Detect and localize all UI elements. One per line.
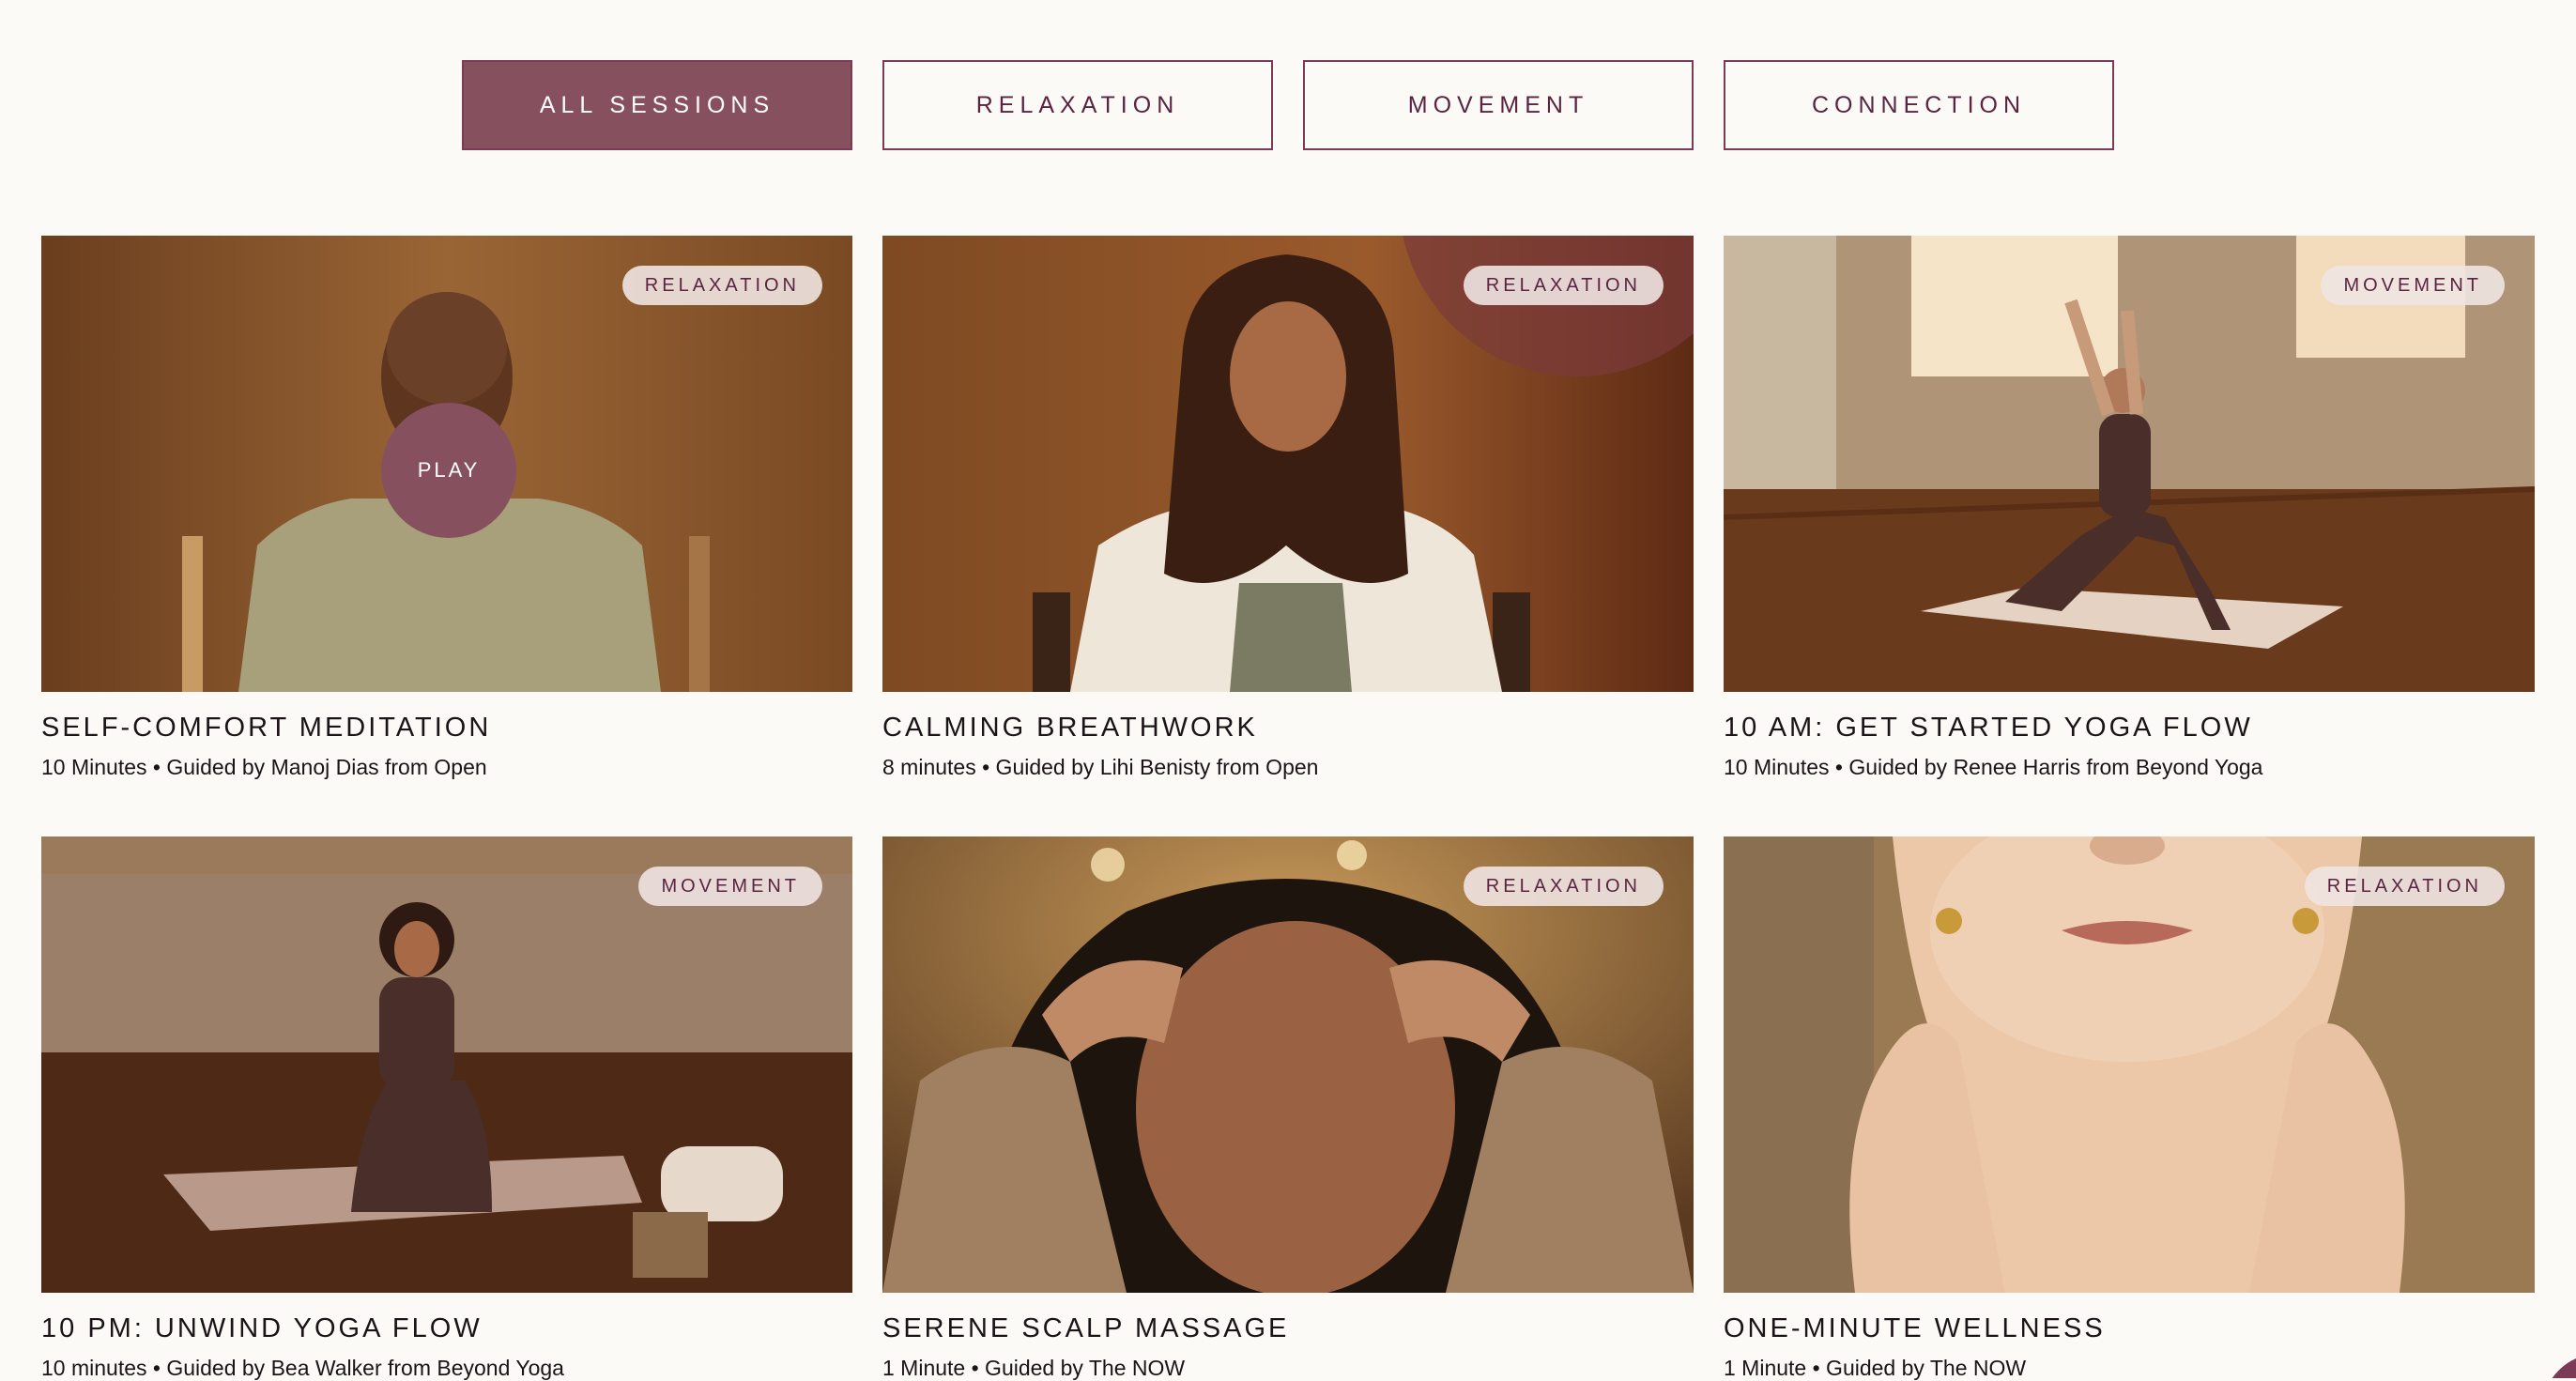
session-thumbnail[interactable]: RELAXATION PLAY: [41, 236, 852, 692]
filter-tab-connection[interactable]: CONNECTION: [1724, 60, 2114, 150]
session-card-calming-breathwork[interactable]: RELAXATION CALMING BREATHWORK 8 minutes …: [882, 236, 1694, 780]
session-card-get-started-yoga-flow[interactable]: MOVEMENT 10 AM: GET STARTED YOGA FLOW 10…: [1724, 236, 2535, 780]
session-title[interactable]: SELF-COMFORT MEDITATION: [41, 713, 852, 744]
category-badge: RELAXATION: [621, 266, 822, 305]
category-badge: MOVEMENT: [638, 867, 822, 906]
category-badge: RELAXATION: [1463, 266, 1664, 305]
session-thumbnail[interactable]: MOVEMENT: [41, 836, 852, 1293]
session-card-unwind-yoga-flow[interactable]: MOVEMENT 10 PM: UNWIND YOGA FLOW 10 minu…: [41, 836, 852, 1381]
filter-tab-relaxation[interactable]: RELAXATION: [882, 60, 1273, 150]
play-button[interactable]: PLAY: [381, 403, 516, 538]
session-filter-bar: ALL SESSIONS RELAXATION MOVEMENT CONNECT…: [462, 60, 2114, 150]
session-thumbnail[interactable]: RELAXATION: [882, 236, 1694, 692]
session-meta: 8 minutes • Guided by Lihi Benisty from …: [882, 755, 1319, 779]
session-meta: 10 Minutes • Guided by Manoj Dias from O…: [41, 755, 487, 779]
filter-tab-movement[interactable]: MOVEMENT: [1303, 60, 1694, 150]
session-meta: 10 minutes • Guided by Bea Walker from B…: [41, 1356, 564, 1380]
session-title[interactable]: ONE-MINUTE WELLNESS: [1724, 1313, 2535, 1344]
session-card-self-comfort-meditation[interactable]: RELAXATION PLAY SELF-COMFORT MEDITATION …: [41, 236, 852, 780]
session-title[interactable]: CALMING BREATHWORK: [882, 713, 1694, 744]
session-card-serene-scalp-massage[interactable]: RELAXATION SERENE SCALP MASSAGE 1 Minute…: [882, 836, 1694, 1381]
session-title[interactable]: 10 PM: UNWIND YOGA FLOW: [41, 1313, 852, 1344]
decorative-corner-arc: [2520, 1341, 2576, 1378]
session-thumbnail[interactable]: RELAXATION: [1724, 836, 2535, 1293]
session-meta: 10 Minutes • Guided by Renee Harris from…: [1724, 755, 2263, 779]
session-title[interactable]: SERENE SCALP MASSAGE: [882, 1313, 1694, 1344]
session-thumbnail[interactable]: MOVEMENT: [1724, 236, 2535, 692]
session-meta: 1 Minute • Guided by The NOW: [1724, 1356, 2027, 1380]
session-title[interactable]: 10 AM: GET STARTED YOGA FLOW: [1724, 713, 2535, 744]
category-badge: MOVEMENT: [2321, 266, 2505, 305]
session-thumbnail[interactable]: RELAXATION: [882, 836, 1694, 1293]
session-card-one-minute-wellness[interactable]: RELAXATION ONE-MINUTE WELLNESS 1 Minute …: [1724, 836, 2535, 1381]
filter-tab-all-sessions[interactable]: ALL SESSIONS: [462, 60, 852, 150]
category-badge: RELAXATION: [1463, 867, 1664, 906]
category-badge: RELAXATION: [2304, 867, 2505, 906]
session-meta: 1 Minute • Guided by The NOW: [882, 1356, 1186, 1380]
